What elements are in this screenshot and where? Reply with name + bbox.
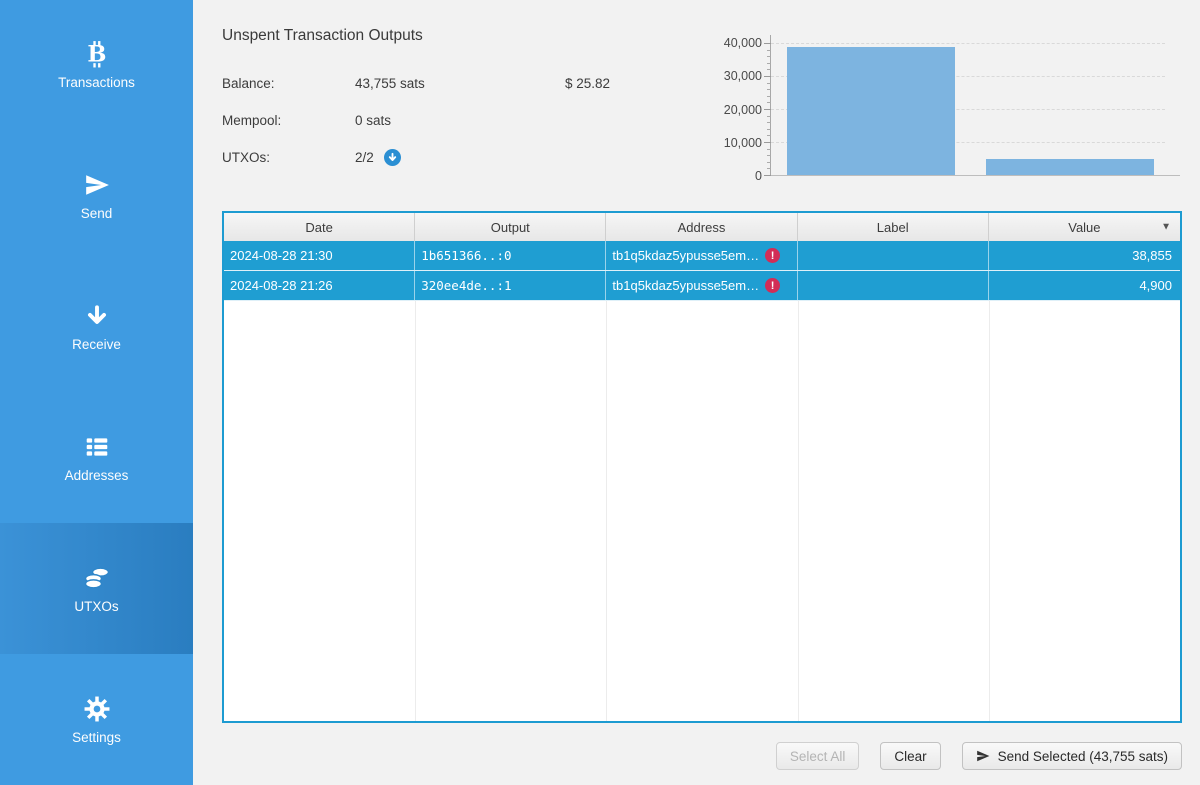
utxos-count-label: UTXOs: [222,150,355,165]
mempool-row: Mempool: 0 sats [222,112,610,129]
mempool-value: 0 sats [355,113,565,128]
axis-tick-major [764,142,771,143]
axis-tick-label: 10,000 [724,136,762,150]
cell-value[interactable]: 4,900 [989,271,1180,300]
column-header-date[interactable]: Date [224,213,415,241]
mempool-label: Mempool: [222,113,355,128]
cell-output[interactable]: 1b651366..:0 [415,241,606,270]
chart-y-axis-labels: 010,00020,00030,00040,000 [688,43,766,176]
axis-tick-major [764,109,771,110]
cell-output[interactable]: 320ee4de..:1 [415,271,606,300]
axis-tick-minor [767,50,771,51]
utxos-count-value: 2/2 [355,150,374,165]
column-divider [798,241,799,721]
balance-label: Balance: [222,76,355,91]
column-header-value[interactable]: Value ▼ [989,213,1180,241]
axis-tick-minor [767,63,771,64]
column-divider [415,241,416,721]
action-bar: Select All Clear Send Selected (43,755 s… [776,742,1182,770]
utxos-icon [83,564,111,592]
axis-tick-label: 0 [755,169,762,183]
sort-descending-icon: ▼ [1161,222,1171,233]
send-icon [83,171,111,199]
table-header: Date Output Address Label Value ▼ [224,213,1180,241]
table-row[interactable]: 2024-08-28 21:30 1b651366..:0 tb1q5kdaz5… [224,241,1180,271]
sidebar-item-label: Addresses [65,468,129,483]
sidebar-item-receive[interactable]: Receive [0,262,193,393]
sidebar: B Transactions Send Receive [0,0,193,785]
axis-tick-minor [767,168,771,169]
cell-address[interactable]: tb1q5kdaz5ypusse5em… ! [606,271,797,300]
cell-value[interactable]: 38,855 [989,241,1180,270]
axis-tick-label: 20,000 [724,103,762,117]
sidebar-item-utxos[interactable]: UTXOs [0,523,193,654]
axis-tick-minor [767,69,771,70]
sidebar-item-addresses[interactable]: Addresses [0,392,193,523]
utxo-filter-icon[interactable] [384,149,401,166]
axis-tick-minor [767,102,771,103]
select-all-button[interactable]: Select All [776,742,860,770]
chart-bar [986,159,1154,175]
settings-icon [83,695,111,723]
balance-value: 43,755 sats [355,76,565,91]
table-body: 2024-08-28 21:30 1b651366..:0 tb1q5kdaz5… [224,241,1180,721]
send-icon [976,749,990,763]
column-divider [989,241,990,721]
axis-tick-minor [767,89,771,90]
sidebar-item-label: Settings [72,730,121,745]
sidebar-item-label: UTXOs [74,599,118,614]
column-header-output[interactable]: Output [415,213,606,241]
sidebar-item-label: Receive [72,337,121,352]
bitcoin-icon: B [83,40,111,68]
axis-tick-minor [767,135,771,136]
svg-text:B: B [87,42,106,68]
cell-label[interactable] [798,241,989,270]
axis-tick-minor [767,122,771,123]
cell-date[interactable]: 2024-08-28 21:26 [224,271,415,300]
page-title: Unspent Transaction Outputs [222,27,423,45]
axis-tick-minor [767,83,771,84]
wallet-summary: Balance: 43,755 sats $ 25.82 Mempool: 0 … [222,75,610,166]
axis-tick-label: 40,000 [724,36,762,50]
chart-bar [787,47,955,175]
table-row[interactable]: 2024-08-28 21:26 320ee4de..:1 tb1q5kdaz5… [224,271,1180,301]
axis-tick-major [764,175,771,176]
axis-tick-minor [767,129,771,130]
axis-tick-minor [767,155,771,156]
utxo-table: Date Output Address Label Value ▼ 2024-0… [222,211,1182,723]
cell-address[interactable]: tb1q5kdaz5ypusse5em… ! [606,241,797,270]
receive-icon [83,302,111,330]
cell-date[interactable]: 2024-08-28 21:30 [224,241,415,270]
axis-tick-major [764,43,771,44]
axis-tick-label: 30,000 [724,69,762,83]
address-warning-icon[interactable]: ! [765,248,780,263]
address-warning-icon[interactable]: ! [765,278,780,293]
axis-tick-minor [767,56,771,57]
balance-row: Balance: 43,755 sats $ 25.82 [222,75,610,92]
clear-button[interactable]: Clear [880,742,940,770]
send-selected-button[interactable]: Send Selected (43,755 sats) [962,742,1182,770]
balance-fiat-value: $ 25.82 [565,76,610,91]
sidebar-item-send[interactable]: Send [0,131,193,262]
axis-tick-minor [767,116,771,117]
axis-tick-minor [767,149,771,150]
axis-tick-major [764,76,771,77]
addresses-icon [83,433,111,461]
sidebar-item-transactions[interactable]: B Transactions [0,0,193,131]
axis-tick-minor [767,162,771,163]
cell-label[interactable] [798,271,989,300]
column-divider [606,241,607,721]
column-header-label[interactable]: Label [798,213,989,241]
sidebar-item-settings[interactable]: Settings [0,654,193,785]
chart-gridline [771,43,1165,44]
utxo-bar-chart [770,43,1170,176]
column-header-address[interactable]: Address [606,213,797,241]
sidebar-item-label: Transactions [58,75,135,90]
sidebar-item-label: Send [81,206,113,221]
axis-tick-minor [767,96,771,97]
utxos-count-row: UTXOs: 2/2 [222,149,610,166]
